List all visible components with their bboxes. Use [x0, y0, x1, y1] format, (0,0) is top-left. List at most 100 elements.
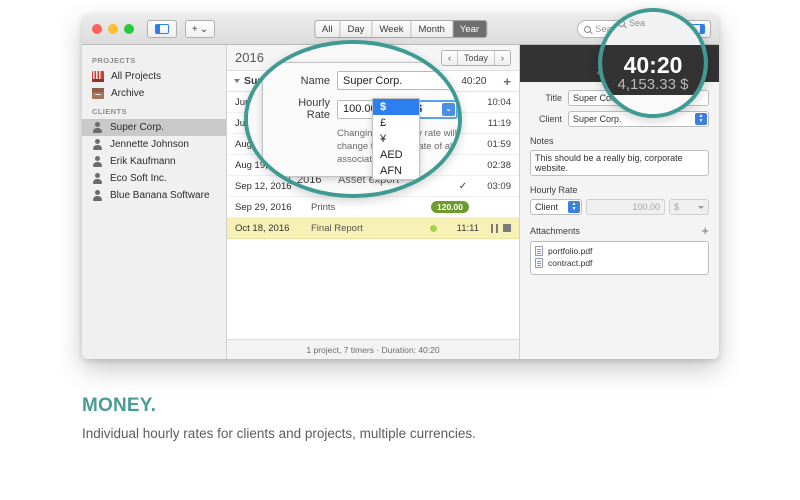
- attachments-list: portfolio.pdf contract.pdf: [530, 241, 709, 275]
- rate-value-input[interactable]: 100.00: [586, 199, 665, 215]
- person-icon: [92, 122, 103, 133]
- list-item[interactable]: portfolio.pdf: [535, 245, 704, 257]
- lens-search-field: Sea: [618, 18, 645, 28]
- project-duration: 40:20: [461, 75, 487, 87]
- attachment-name: portfolio.pdf: [548, 246, 593, 256]
- table-row[interactable]: Oct 18, 2016 Final Report 11:11: [227, 218, 519, 239]
- sidebar-item-archive[interactable]: Archive: [82, 85, 226, 102]
- close-button[interactable]: [92, 24, 102, 34]
- lens-search-placeholder: Sea: [629, 18, 646, 28]
- attachment-name: contract.pdf: [548, 258, 593, 268]
- row-date: Oct 18, 2016: [235, 222, 290, 234]
- sidebar-item-label: Super Corp.: [110, 122, 164, 133]
- list-item[interactable]: contract.pdf: [535, 257, 704, 269]
- table-row[interactable]: Sep 29, 2016 Prints 120.00: [227, 197, 519, 218]
- chevron-down-icon: ⌄: [442, 102, 455, 116]
- row-title: Prints: [311, 201, 336, 213]
- checkmark-icon: ✓: [458, 180, 468, 192]
- rate-mode-select[interactable]: Client ▲ ▼: [530, 199, 582, 215]
- sidebar-item-label: All Projects: [111, 71, 162, 82]
- sidebar-toggle-button[interactable]: [147, 20, 177, 38]
- sidebar-item-jennette-johnson[interactable]: Jennette Johnson: [82, 136, 226, 153]
- hourly-rate-hint: Changing the hourly rate will also chang…: [337, 128, 458, 165]
- attachments-header: Attachments +: [530, 224, 709, 237]
- sidebar-header-clients: CLIENTS: [92, 107, 127, 116]
- sidebar-item-erik-kaufmann[interactable]: Erik Kaufmann: [82, 153, 226, 170]
- pdf-file-icon: [535, 258, 543, 268]
- chevron-down-icon: [698, 205, 704, 209]
- running-indicator-icon: [430, 224, 437, 232]
- sidebar-item-blue-banana-software[interactable]: Blue Banana Software: [82, 187, 226, 204]
- pdf-file-icon: [535, 246, 543, 256]
- stepper-icon[interactable]: ▲ ▼: [695, 113, 707, 125]
- attachments-label: Attachments: [530, 225, 581, 236]
- menu-item-pound[interactable]: £: [373, 115, 419, 131]
- range-segmented-control[interactable]: All Day Week Month Year: [313, 20, 488, 38]
- tab-year[interactable]: Year: [452, 21, 487, 37]
- row-date: Sep 29, 2016: [235, 201, 292, 213]
- projects-icon: [92, 71, 104, 82]
- rate-currency-value: $: [674, 202, 680, 212]
- menu-item-yen[interactable]: ¥: [373, 131, 419, 147]
- name-input[interactable]: Super Corp.: [337, 71, 458, 90]
- tab-all[interactable]: All: [315, 21, 341, 37]
- magnifier-lens-right: Sea 40:20 4,153.33 $: [598, 8, 708, 118]
- plus-icon: +: [191, 23, 198, 35]
- title-label: Title: [545, 93, 562, 103]
- rate-field-row: Hourly Rate 100.00 $ ⌄: [272, 97, 458, 121]
- amount-badge: 120.00: [431, 201, 469, 213]
- zoom-button[interactable]: [124, 24, 134, 34]
- row-time: 10:04: [487, 96, 511, 108]
- sidebar-item-label: Eco Soft Inc.: [110, 173, 167, 184]
- caption-block: MONEY. Individual hourly rates for clien…: [82, 395, 722, 441]
- notes-label: Notes: [530, 136, 554, 146]
- row-time: 02:38: [487, 159, 511, 171]
- rate-currency-select[interactable]: $: [669, 199, 709, 215]
- person-icon: [92, 139, 103, 150]
- tab-month[interactable]: Month: [411, 21, 453, 37]
- stepper-icon[interactable]: ▲ ▼: [568, 201, 580, 213]
- sidebar-item-super-corp[interactable]: Super Corp.: [82, 119, 226, 136]
- sidebar-item-label: Archive: [111, 88, 145, 99]
- archive-icon: [92, 88, 104, 99]
- pause-icon[interactable]: [491, 223, 498, 233]
- tab-day[interactable]: Day: [340, 21, 373, 37]
- row-title: Final Report: [311, 222, 363, 234]
- hourly-rate-label: Hourly Rate: [298, 97, 330, 121]
- lens-total-time: 40:20: [623, 52, 683, 78]
- today-button[interactable]: Today: [458, 50, 495, 65]
- disclosure-triangle-icon[interactable]: [234, 79, 240, 83]
- tab-week[interactable]: Week: [372, 21, 412, 37]
- minimize-button[interactable]: [108, 24, 118, 34]
- stop-icon[interactable]: [503, 223, 511, 232]
- client-value: Super Corp.: [573, 114, 622, 124]
- rate-mode-value: Client: [535, 202, 559, 212]
- caption-heading: MONEY.: [82, 395, 157, 416]
- menu-item-aed[interactable]: AED: [373, 147, 419, 163]
- client-label: Client: [538, 114, 562, 124]
- sidebar-item-eco-soft-inc[interactable]: Eco Soft Inc.: [82, 170, 226, 187]
- hourly-rate-row: Client ▲ ▼ 100.00 $: [530, 199, 709, 215]
- lens-total-money: 4,153.33 $: [617, 76, 689, 93]
- panel-left-icon: [155, 24, 169, 34]
- sidebar-header-projects: PROJECTS: [92, 56, 136, 65]
- sidebar-item-all-projects[interactable]: All Projects: [82, 68, 226, 85]
- notes-input[interactable]: This should be a really big, corporate w…: [530, 150, 709, 176]
- hourly-rate-popover: Name Super Corp. Hourly Rate 100.00 $ ⌄ …: [262, 62, 458, 178]
- add-timer-button[interactable]: +: [503, 75, 511, 88]
- sidebar: PROJECTS All Projects Archive CLIENTS Su…: [82, 45, 227, 359]
- chevron-down-icon: ⌄: [199, 23, 209, 35]
- search-icon: [584, 25, 591, 33]
- menu-item-afn[interactable]: AFN: [373, 163, 419, 179]
- next-button[interactable]: ›: [495, 51, 510, 65]
- person-icon: [92, 173, 103, 184]
- window-traffic-lights: [92, 24, 134, 34]
- currency-dropdown-menu[interactable]: $ £ ¥ AED AFN: [372, 98, 420, 180]
- sidebar-item-label: Blue Banana Software: [110, 190, 210, 201]
- name-field-row: Name Super Corp.: [272, 71, 458, 90]
- row-time: 11:11: [456, 222, 479, 234]
- add-button[interactable]: + ⌄: [185, 20, 215, 38]
- menu-item-dollar[interactable]: $: [373, 99, 419, 115]
- hourly-rate-label: Hourly Rate: [530, 185, 578, 195]
- add-attachment-button[interactable]: +: [701, 224, 709, 237]
